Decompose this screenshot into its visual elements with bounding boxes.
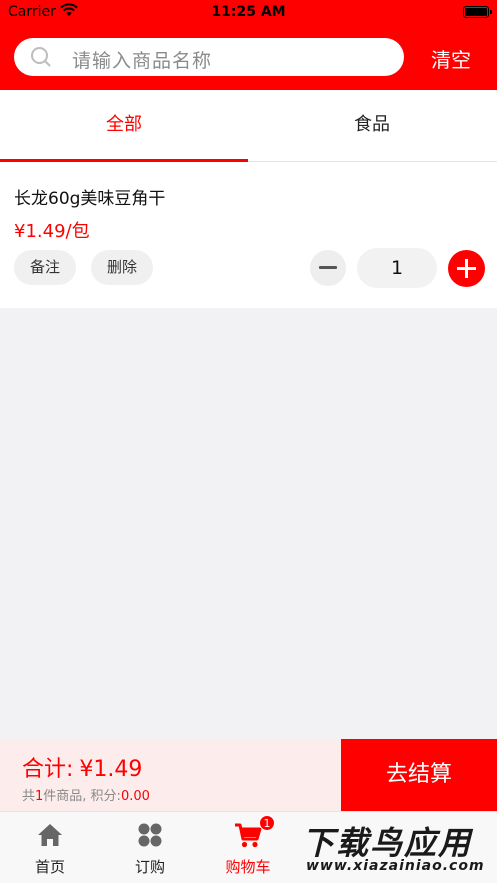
- cart-summary: 合计: ¥1.49 共1件商品, 积分:0.00: [0, 739, 341, 811]
- cart-item: 长龙60g美味豆角干 ¥1.49/包 备注 删除 1: [0, 162, 497, 308]
- total-amount: ¥1.49: [79, 757, 143, 782]
- minus-icon: [319, 266, 337, 269]
- search-input[interactable]: 请输入商品名称: [14, 38, 404, 76]
- tabbar-item-order[interactable]: 订购: [100, 812, 200, 883]
- tabbar-item-home[interactable]: 首页: [0, 812, 100, 883]
- summary-detail: 共1件商品, 积分:0.00: [22, 785, 150, 804]
- product-name: 长龙60g美味豆角干: [14, 189, 166, 209]
- summary-prefix: 共: [22, 789, 36, 804]
- status-bar: Carrier 11:25 AM: [0, 0, 497, 26]
- points-value: 0.00: [120, 789, 150, 804]
- checkout-button[interactable]: 去结算: [341, 739, 497, 811]
- category-tabs: 全部 食品: [0, 90, 497, 162]
- grid-icon: [138, 823, 162, 847]
- delete-button[interactable]: 删除: [91, 250, 154, 285]
- quantity-field[interactable]: 1: [357, 248, 437, 288]
- note-button[interactable]: 备注: [14, 250, 77, 285]
- cart-badge: 1: [259, 815, 275, 831]
- status-time: 11:25 AM: [211, 4, 286, 20]
- tab-food[interactable]: 食品: [248, 90, 496, 162]
- tab-all[interactable]: 全部: [0, 90, 248, 162]
- total-label: 合计:: [22, 757, 74, 782]
- search-placeholder: 请输入商品名称: [72, 50, 213, 72]
- tabbar-label-order: 订购: [134, 858, 165, 876]
- tabbar-item-cart[interactable]: 1 购物车: [198, 812, 298, 883]
- header-bar: Carrier 11:25 AM 请输入商品名称 清空: [0, 0, 497, 90]
- summary-middle: 件商品, 积分:: [43, 789, 121, 804]
- total-line: 合计: ¥1.49: [22, 751, 142, 783]
- battery-icon: [463, 6, 492, 18]
- tabbar-label-cart: 购物车: [225, 858, 271, 876]
- decrease-quantity-button[interactable]: [310, 250, 346, 286]
- home-icon: [38, 824, 62, 846]
- tabbar-label-home: 首页: [34, 858, 65, 876]
- search-icon: [31, 47, 51, 67]
- watermark-logo: 下载鸟应用 www.xiazainiao.com: [302, 824, 485, 874]
- clear-button[interactable]: 清空: [431, 44, 471, 73]
- product-price: ¥1.49/包: [14, 221, 90, 242]
- increase-quantity-button[interactable]: [448, 250, 485, 287]
